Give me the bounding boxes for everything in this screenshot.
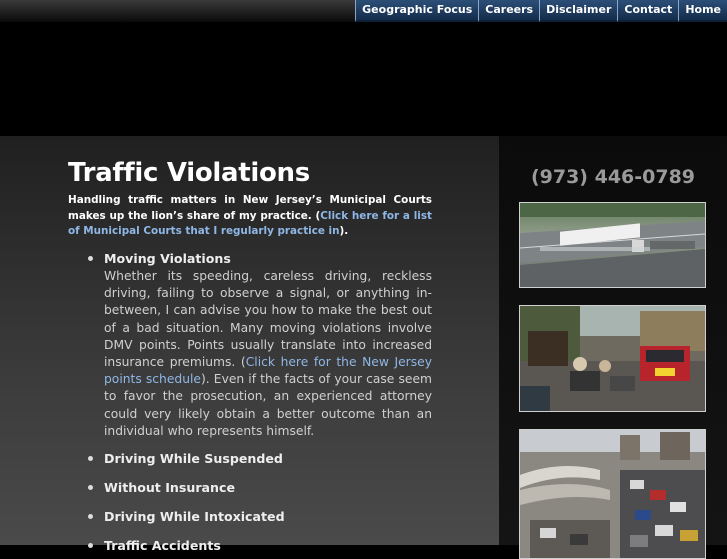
traffic-jam-image — [520, 430, 705, 558]
bullet-icon — [88, 256, 93, 261]
list-item-driving-while-intoxicated: Driving While Intoxicated — [88, 508, 432, 526]
intro-end: ). — [339, 225, 349, 237]
list-item-moving-violations: Moving Violations Whether its speeding, … — [88, 250, 432, 440]
nav-careers[interactable]: Careers — [478, 0, 540, 22]
list-item-without-insurance: Without Insurance — [88, 479, 432, 497]
bullet-icon — [88, 456, 93, 462]
highway-truck-photo — [519, 202, 706, 288]
list-item-driving-while-suspended: Driving While Suspended — [88, 450, 432, 468]
nav-contact[interactable]: Contact — [617, 0, 679, 22]
nav-home[interactable]: Home — [678, 0, 727, 22]
busy-street-image — [520, 306, 705, 411]
main-nav: Geographic Focus Careers Disclaimer Cont… — [355, 0, 727, 22]
list-item-description: Whether its speeding, careless driving, … — [104, 268, 432, 440]
bullet-icon — [88, 543, 93, 549]
phone-number: (973) 446-0789 — [530, 166, 696, 188]
description-text: Whether its speeding, careless driving, … — [104, 269, 432, 370]
nav-disclaimer[interactable]: Disclaimer — [539, 0, 618, 22]
top-bar: Geographic Focus Careers Disclaimer Cont… — [0, 0, 727, 22]
highway-truck-image — [520, 203, 705, 287]
list-item-traffic-accidents: Traffic Accidents — [88, 537, 432, 555]
list-item-heading: Driving While Intoxicated — [104, 509, 285, 525]
list-item-heading: Traffic Accidents — [104, 538, 221, 554]
bullet-icon — [88, 514, 93, 520]
list-item-heading: Moving Violations — [104, 251, 231, 266]
busy-street-photo — [519, 305, 706, 412]
traffic-jam-photo — [519, 429, 706, 559]
list-item-heading: Driving While Suspended — [104, 451, 283, 467]
nav-geographic-focus[interactable]: Geographic Focus — [355, 0, 479, 22]
bullet-icon — [88, 485, 93, 491]
page-title: Traffic Violations — [68, 158, 310, 188]
violations-list: Moving Violations Whether its speeding, … — [88, 250, 432, 555]
intro-paragraph: Handling traffic matters in New Jersey’s… — [68, 193, 432, 240]
list-item-heading: Without Insurance — [104, 480, 236, 496]
